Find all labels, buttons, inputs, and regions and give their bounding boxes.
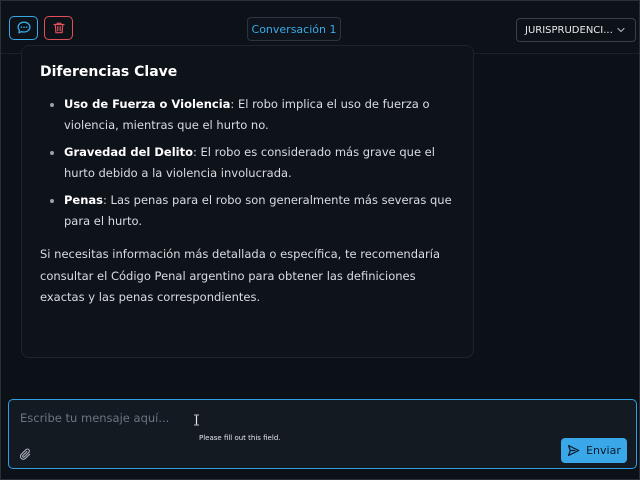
text-cursor-icon	[194, 414, 199, 426]
assistant-message: Diferencias Clave Uso de Fuerza o Violen…	[21, 45, 474, 358]
category-select[interactable]: JURISPRUDENCI...	[516, 18, 636, 42]
list-item-term: Gravedad del Delito	[64, 145, 193, 159]
send-button[interactable]: Enviar	[561, 438, 627, 463]
message-composer[interactable]: Escribe tu mensaje aquí... Please fill o…	[8, 399, 637, 469]
send-button-label: Enviar	[586, 444, 621, 457]
list-item-term: Uso de Fuerza o Violencia	[64, 97, 231, 111]
delete-conversation-button[interactable]	[44, 16, 73, 40]
list-item: Gravedad del Delito: El robo es consider…	[40, 142, 459, 184]
message-closing-paragraph: Si necesitas información más detallada o…	[40, 247, 441, 304]
validation-tooltip: Please fill out this field.	[199, 434, 281, 442]
chevron-down-icon	[617, 27, 625, 33]
message-input[interactable]: Escribe tu mensaje aquí...	[20, 411, 169, 425]
attach-button[interactable]	[19, 446, 32, 465]
message-heading: Diferencias Clave	[40, 64, 178, 80]
list-item-text: : Las penas para el robo son generalment…	[64, 193, 452, 228]
conversation-tab[interactable]: Conversación 1	[247, 17, 341, 41]
category-select-value: JURISPRUDENCI...	[525, 24, 613, 36]
chat-app: Conversación 1 JURISPRUDENCI... Diferenc…	[0, 0, 640, 480]
trash-icon	[52, 22, 65, 34]
chat-icon	[16, 21, 31, 34]
send-icon	[568, 445, 580, 456]
list-item: Penas: Las penas para el robo son genera…	[40, 190, 459, 232]
new-chat-button[interactable]	[9, 16, 38, 40]
differences-list: Uso de Fuerza o Violencia: El robo impli…	[40, 94, 459, 232]
list-item: Uso de Fuerza o Violencia: El robo impli…	[40, 94, 459, 136]
paperclip-icon	[19, 448, 31, 460]
list-item-term: Penas	[64, 193, 104, 207]
